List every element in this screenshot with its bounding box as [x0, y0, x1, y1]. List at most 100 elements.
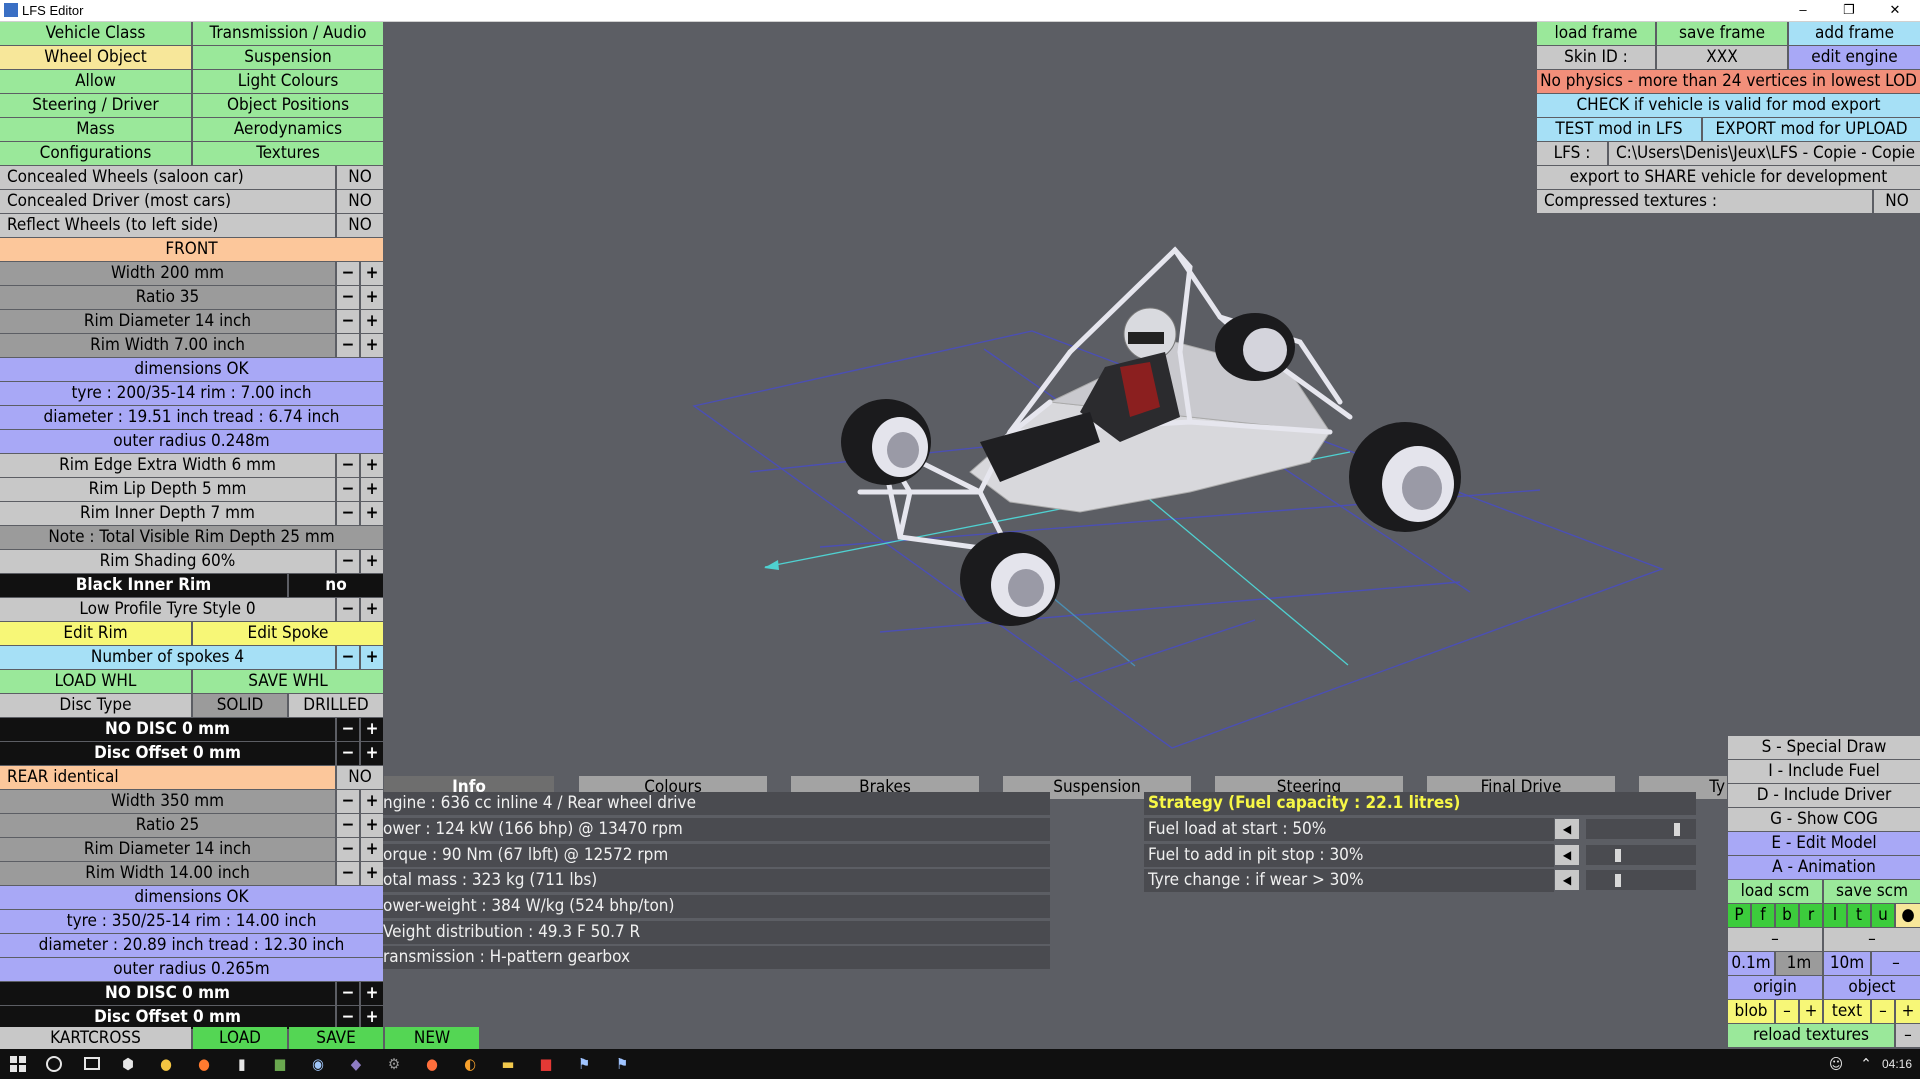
- rear-rim-diameter-minus-button[interactable]: −: [337, 838, 359, 861]
- scale-1m-button[interactable]: 1m: [1776, 952, 1822, 975]
- load-scm-button[interactable]: load scm: [1728, 880, 1822, 903]
- minecraft-icon[interactable]: ■: [270, 1054, 290, 1074]
- front-no-disc-plus-button[interactable]: +: [361, 718, 383, 741]
- rim-lip-plus-button[interactable]: +: [361, 478, 383, 501]
- menu-textures[interactable]: Textures: [193, 142, 383, 165]
- black-inner-rim-toggle[interactable]: no: [289, 574, 383, 597]
- rear-width-minus-button[interactable]: −: [337, 790, 359, 813]
- notepad-icon[interactable]: ▮: [232, 1054, 252, 1074]
- menu-transmission-audio[interactable]: Transmission / Audio: [193, 22, 383, 45]
- rim-edge-minus-button[interactable]: −: [337, 454, 359, 477]
- front-no-disc-minus-button[interactable]: −: [337, 718, 359, 741]
- fuel-load-knob[interactable]: [1674, 823, 1680, 836]
- maximize-button[interactable]: ❐: [1826, 0, 1872, 21]
- fuel-pit-decrease-button[interactable]: ◀: [1555, 845, 1579, 865]
- firefox-icon[interactable]: ●: [194, 1054, 214, 1074]
- tyre-change-knob[interactable]: [1615, 874, 1621, 887]
- rear-ratio-plus-button[interactable]: +: [361, 814, 383, 837]
- rear-no-disc-minus-button[interactable]: −: [337, 982, 359, 1005]
- close-button[interactable]: ✕: [1872, 0, 1918, 21]
- fuel-pit-knob[interactable]: [1615, 849, 1621, 862]
- show-cog-button[interactable]: G - Show COG: [1728, 808, 1920, 831]
- menu-wheel-object[interactable]: Wheel Object: [0, 46, 191, 69]
- blender-icon[interactable]: ◐: [460, 1054, 480, 1074]
- front-ratio-minus-button[interactable]: −: [337, 286, 359, 309]
- toggle-b[interactable]: b: [1776, 904, 1798, 927]
- front-disc-offset-plus-button[interactable]: +: [361, 742, 383, 765]
- teams-icon[interactable]: ◆: [346, 1054, 366, 1074]
- rear-disc-offset-plus-button[interactable]: +: [361, 1006, 383, 1029]
- menu-steering-driver[interactable]: Steering / Driver: [0, 94, 191, 117]
- viewport-3d[interactable]: Vehicle Class Transmission / Audio Wheel…: [0, 22, 1920, 1049]
- menu-suspension[interactable]: Suspension: [193, 46, 383, 69]
- menu-vehicle-class[interactable]: Vehicle Class: [0, 22, 191, 45]
- rear-width-plus-button[interactable]: +: [361, 790, 383, 813]
- dash-button-2[interactable]: –: [1824, 928, 1920, 951]
- toggle-p[interactable]: P: [1728, 904, 1750, 927]
- front-ratio-plus-button[interactable]: +: [361, 286, 383, 309]
- compressed-textures-toggle[interactable]: NO: [1874, 190, 1920, 213]
- scale-0-1m-button[interactable]: 0.1m: [1728, 952, 1774, 975]
- dash-button-1[interactable]: –: [1728, 928, 1822, 951]
- export-mod-button[interactable]: EXPORT mod for UPLOAD: [1703, 118, 1920, 141]
- export-share-button[interactable]: export to SHARE vehicle for development: [1537, 166, 1920, 189]
- menu-light-colours[interactable]: Light Colours: [193, 70, 383, 93]
- fuel-pit-slider[interactable]: [1586, 845, 1696, 865]
- rear-no-disc-plus-button[interactable]: +: [361, 982, 383, 1005]
- cube-icon[interactable]: ⬢: [118, 1054, 138, 1074]
- special-draw-button[interactable]: S - Special Draw: [1728, 736, 1920, 759]
- object-button[interactable]: object: [1824, 976, 1920, 999]
- rim-edge-plus-button[interactable]: +: [361, 454, 383, 477]
- clock[interactable]: 04:16: [1880, 1057, 1912, 1071]
- blob-minus-button[interactable]: –: [1776, 1000, 1798, 1023]
- skin-id-value[interactable]: XXX: [1657, 46, 1787, 69]
- rear-rim-diameter-plus-button[interactable]: +: [361, 838, 383, 861]
- toggle-u[interactable]: u: [1872, 904, 1894, 927]
- rear-ratio-minus-button[interactable]: −: [337, 814, 359, 837]
- toggle-t[interactable]: t: [1848, 904, 1870, 927]
- low-profile-minus-button[interactable]: −: [337, 598, 359, 621]
- lfs-editor-icon[interactable]: ⚑: [612, 1054, 632, 1074]
- tyre-change-decrease-button[interactable]: ◀: [1555, 870, 1579, 890]
- disc-drilled-button[interactable]: DRILLED: [289, 694, 383, 717]
- new-vehicle-button[interactable]: NEW: [385, 1027, 479, 1049]
- windows-icon[interactable]: [8, 1054, 28, 1074]
- test-mod-button[interactable]: TEST mod in LFS: [1537, 118, 1701, 141]
- toggle-dot-icon[interactable]: ●: [1896, 904, 1920, 927]
- filezilla-icon[interactable]: ■: [536, 1054, 556, 1074]
- front-width-minus-button[interactable]: −: [337, 262, 359, 285]
- rim-shading-minus-button[interactable]: −: [337, 550, 359, 573]
- search-icon[interactable]: [44, 1054, 64, 1074]
- reflect-wheels-toggle[interactable]: NO: [337, 214, 383, 237]
- front-rim-diameter-plus-button[interactable]: +: [361, 310, 383, 333]
- explorer-icon[interactable]: ▬: [498, 1054, 518, 1074]
- steam-icon[interactable]: ◉: [308, 1054, 328, 1074]
- reload-minus-button[interactable]: –: [1896, 1024, 1920, 1047]
- origin-button[interactable]: origin: [1728, 976, 1822, 999]
- people-icon[interactable]: ☺: [1826, 1054, 1846, 1074]
- tyre-change-slider[interactable]: [1586, 870, 1696, 890]
- edit-spoke-button[interactable]: Edit Spoke: [193, 622, 383, 645]
- menu-configurations[interactable]: Configurations: [0, 142, 191, 165]
- edit-model-button[interactable]: E - Edit Model: [1728, 832, 1920, 855]
- scale-minus-button[interactable]: –: [1872, 952, 1920, 975]
- scale-10m-button[interactable]: 10m: [1824, 952, 1870, 975]
- chevron-up-icon[interactable]: ⌃: [1856, 1054, 1876, 1074]
- menu-aerodynamics[interactable]: Aerodynamics: [193, 118, 383, 141]
- rim-lip-minus-button[interactable]: −: [337, 478, 359, 501]
- low-profile-plus-button[interactable]: +: [361, 598, 383, 621]
- text-plus-button[interactable]: +: [1896, 1000, 1920, 1023]
- fuel-load-slider[interactable]: [1586, 819, 1696, 839]
- rim-shading-plus-button[interactable]: +: [361, 550, 383, 573]
- front-disc-offset-minus-button[interactable]: −: [337, 742, 359, 765]
- edit-engine-button[interactable]: edit engine: [1789, 46, 1920, 69]
- save-frame-button[interactable]: save frame: [1657, 22, 1787, 45]
- toggle-l[interactable]: l: [1824, 904, 1846, 927]
- save-vehicle-button[interactable]: SAVE: [289, 1027, 383, 1049]
- rear-rim-width-minus-button[interactable]: −: [337, 862, 359, 885]
- save-scm-button[interactable]: save scm: [1824, 880, 1920, 903]
- chrome-icon[interactable]: ●: [156, 1054, 176, 1074]
- include-fuel-button[interactable]: I - Include Fuel: [1728, 760, 1920, 783]
- text-minus-button[interactable]: –: [1872, 1000, 1894, 1023]
- front-rim-diameter-minus-button[interactable]: −: [337, 310, 359, 333]
